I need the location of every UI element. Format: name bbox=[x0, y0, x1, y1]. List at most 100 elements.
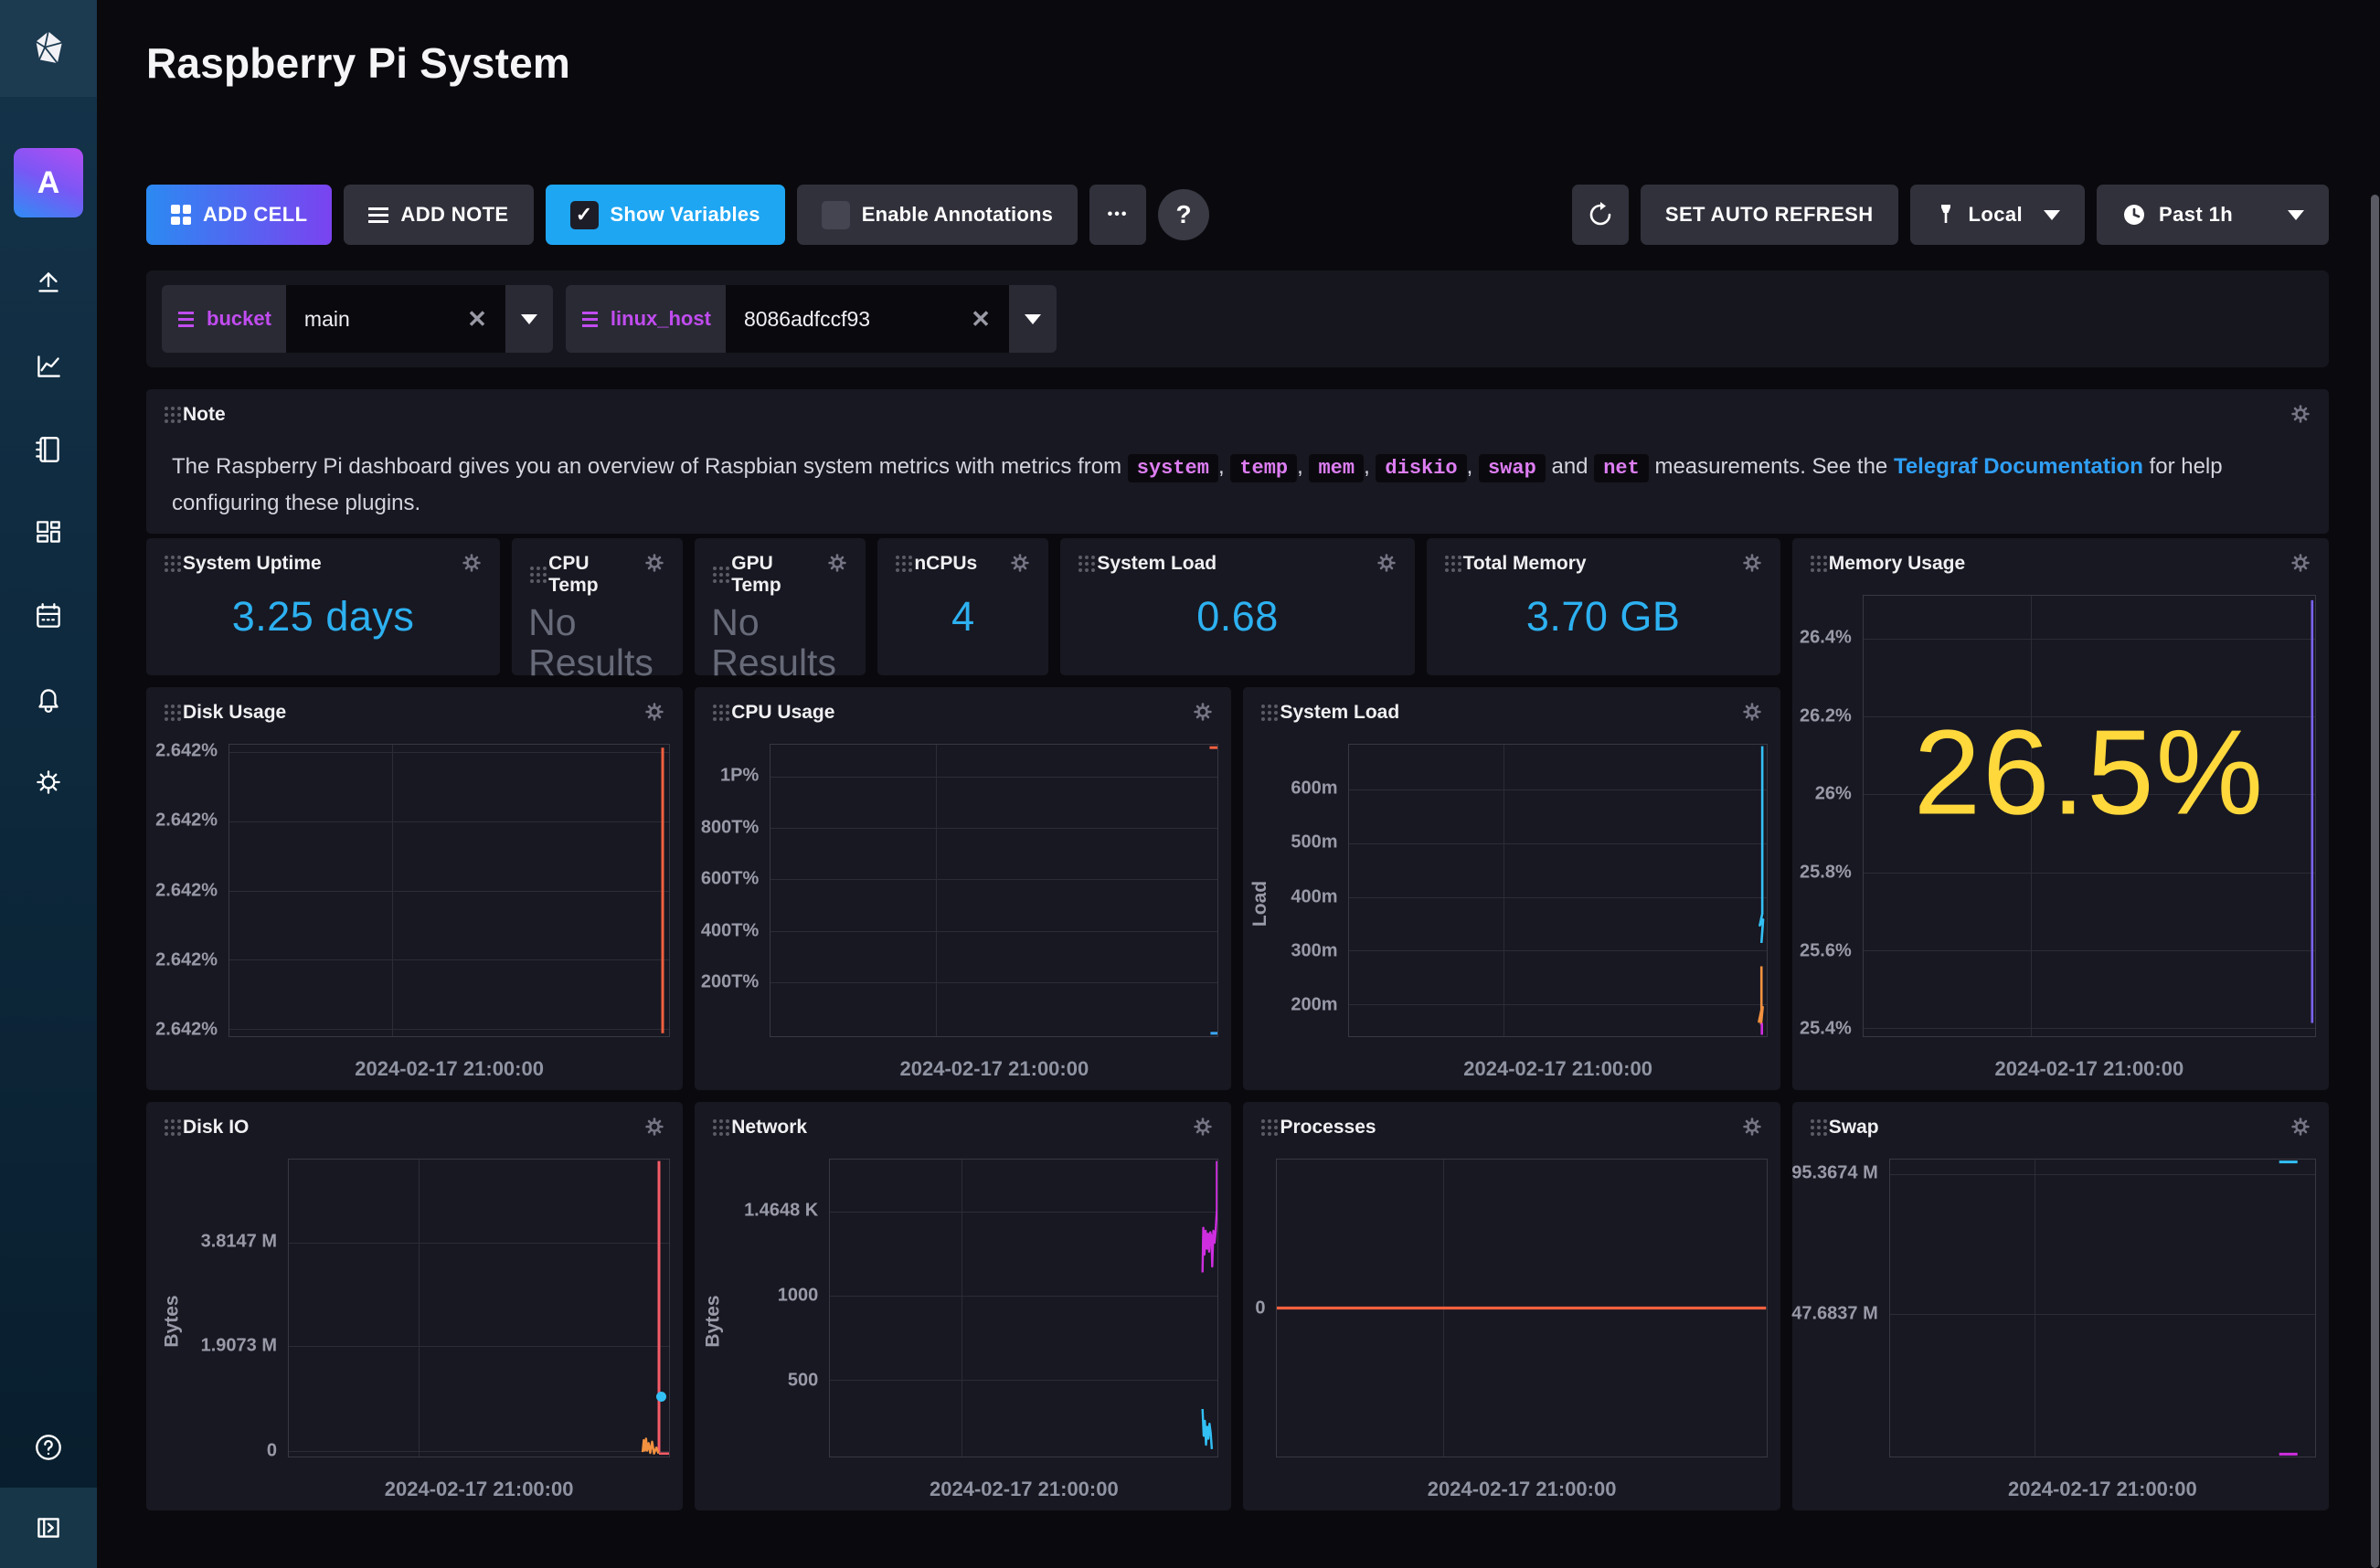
y-tick: 47.6837 M bbox=[1791, 1304, 1878, 1325]
drag-handle-icon[interactable] bbox=[1811, 1119, 1814, 1123]
memory-usage-chart[interactable]: 26.4% 26.2% 26% 25.8% 25.6% 25.4% bbox=[1792, 582, 2329, 1090]
gear-icon[interactable] bbox=[2289, 551, 2312, 575]
telegraf-docs-link[interactable]: Telegraf Documentation bbox=[1894, 454, 2143, 479]
drag-handle-icon[interactable] bbox=[1261, 1119, 1265, 1123]
drag-handle-icon[interactable] bbox=[165, 705, 168, 708]
drag-handle-icon[interactable] bbox=[1445, 556, 1449, 559]
variable-bucket-value[interactable]: main ✕ bbox=[286, 285, 505, 353]
drag-handle-icon[interactable] bbox=[165, 556, 168, 559]
drag-handle-icon[interactable] bbox=[1811, 556, 1814, 559]
panel-swap: Swap 95.3674 M 47.6837 M bbox=[1792, 1102, 2329, 1510]
gear-icon[interactable] bbox=[1008, 551, 1032, 575]
gear-icon[interactable] bbox=[1740, 1115, 1764, 1139]
panel-title: Swap bbox=[1829, 1117, 1879, 1139]
gear-icon[interactable] bbox=[460, 551, 483, 575]
refresh-button[interactable] bbox=[1572, 185, 1629, 245]
show-variables-toggle[interactable]: ✓ Show Variables bbox=[546, 185, 785, 245]
y-tick: 300m bbox=[1291, 940, 1337, 961]
sidebar-item-upload[interactable] bbox=[0, 241, 97, 324]
gear-icon[interactable] bbox=[1375, 551, 1398, 575]
influxdb-logo[interactable] bbox=[0, 0, 97, 97]
sidebar-bottom bbox=[0, 1407, 97, 1568]
panel-network: Network Bytes 1.4648 K 1000 500 bbox=[695, 1102, 1231, 1510]
more-options-button[interactable]: ••• bbox=[1089, 185, 1146, 245]
x-axis-label: 2024-02-17 21:00:00 bbox=[1276, 1478, 1767, 1501]
drag-handle-icon[interactable] bbox=[165, 1119, 168, 1123]
drag-handle-icon[interactable] bbox=[530, 567, 534, 570]
gear-icon[interactable] bbox=[825, 551, 849, 575]
panel-memory-usage: Memory Usage 26.4% 26.2% 26% 25.8% 25.6%… bbox=[1792, 538, 2329, 1090]
panel-title: System Load bbox=[1097, 553, 1217, 575]
sidebar-item-settings[interactable] bbox=[0, 740, 97, 823]
drag-handle-icon[interactable] bbox=[1261, 705, 1265, 708]
gear-icon[interactable] bbox=[1740, 551, 1764, 575]
cpu-usage-series bbox=[770, 745, 1217, 1036]
note-text-mid: measurements. See the bbox=[1654, 454, 1887, 479]
drag-handle-icon[interactable] bbox=[713, 705, 717, 708]
x-axis-label: 2024-02-17 21:00:00 bbox=[770, 1057, 1218, 1081]
gear-icon[interactable] bbox=[643, 551, 666, 575]
drag-handle-icon[interactable] bbox=[165, 407, 168, 410]
gear-icon[interactable] bbox=[643, 700, 666, 724]
swap-series bbox=[1890, 1160, 2315, 1457]
gear-icon[interactable] bbox=[1191, 1115, 1215, 1139]
enable-annotations-toggle[interactable]: Enable Annotations bbox=[797, 185, 1078, 245]
processes-chart[interactable]: 0 2024-02-17 21:00:00 bbox=[1243, 1146, 1780, 1510]
timezone-dropdown[interactable]: Local bbox=[1910, 185, 2085, 245]
set-auto-refresh-label: SET AUTO REFRESH bbox=[1665, 203, 1874, 227]
variable-linux-host: linux_host 8086adfccf93 ✕ bbox=[566, 285, 1057, 353]
clear-icon[interactable]: ✕ bbox=[971, 305, 991, 334]
processes-series bbox=[1277, 1160, 1766, 1457]
help-button[interactable]: ? bbox=[1158, 189, 1209, 240]
variable-bucket-caret[interactable] bbox=[505, 285, 553, 353]
y-tick: 500m bbox=[1291, 832, 1337, 853]
network-series bbox=[830, 1160, 1217, 1457]
gear-icon[interactable] bbox=[2289, 1115, 2312, 1139]
drag-handle-icon[interactable] bbox=[896, 556, 899, 559]
disk-usage-chart[interactable]: 2.642% 2.642% 2.642% 2.642% 2.642% bbox=[146, 731, 683, 1090]
toolbar-left: ADD CELL ADD NOTE ✓ Show Variables Enabl… bbox=[146, 185, 1209, 245]
clear-icon[interactable]: ✕ bbox=[467, 305, 487, 334]
swap-chart[interactable]: 95.3674 M 47.6837 M 2024-02-17 21:00:00 bbox=[1792, 1146, 2329, 1510]
x-axis-label: 2024-02-17 21:00:00 bbox=[1889, 1478, 2316, 1501]
system-load-chart[interactable]: Load 600m 500m 400m 300m 200m bbox=[1243, 731, 1780, 1090]
sidebar-item-tasks[interactable] bbox=[0, 574, 97, 657]
gear-icon[interactable] bbox=[643, 1115, 666, 1139]
drag-handle-icon[interactable] bbox=[713, 1119, 717, 1123]
clock-icon bbox=[2121, 202, 2147, 228]
line-chart-icon bbox=[32, 350, 65, 383]
note-panel: Note The Raspberry Pi dashboard gives yo… bbox=[146, 389, 2329, 534]
sidebar-item-alerts[interactable] bbox=[0, 657, 97, 740]
sidebar-item-data-explorer[interactable] bbox=[0, 324, 97, 408]
note-and: and bbox=[1551, 454, 1588, 479]
comma: , bbox=[1297, 454, 1303, 479]
gear-icon[interactable] bbox=[1740, 700, 1764, 724]
note-text-before: The Raspberry Pi dashboard gives you an … bbox=[172, 454, 1121, 479]
add-note-button[interactable]: ADD NOTE bbox=[344, 185, 533, 245]
panel-cpu-usage: CPU Usage 1P% 800T% 600T% 400T% 200T% bbox=[695, 687, 1231, 1090]
sidebar-item-dashboards[interactable] bbox=[0, 491, 97, 574]
panel-gpu-temp: GPU Temp No Results bbox=[695, 538, 866, 675]
memory-usage-current-value: 26.5% bbox=[1864, 703, 2315, 841]
scrollbar-thumb[interactable] bbox=[2371, 195, 2379, 1568]
add-cell-button[interactable]: ADD CELL bbox=[146, 185, 332, 245]
gear-icon[interactable] bbox=[1191, 700, 1215, 724]
plot-area bbox=[288, 1159, 670, 1457]
disk-io-chart[interactable]: Bytes 3.8147 M 1.9073 M 0 bbox=[146, 1146, 683, 1510]
sidebar-item-help[interactable] bbox=[0, 1407, 97, 1488]
variable-linux-host-value[interactable]: 8086adfccf93 ✕ bbox=[726, 285, 1009, 353]
cpu-usage-chart[interactable]: 1P% 800T% 600T% 400T% 200T% bbox=[695, 731, 1231, 1090]
time-range-dropdown[interactable]: Past 1h bbox=[2097, 185, 2329, 245]
sidebar-item-expand[interactable] bbox=[0, 1488, 97, 1568]
sidebar-item-notebooks[interactable] bbox=[0, 408, 97, 491]
gear-icon[interactable] bbox=[2289, 402, 2312, 426]
y-tick: 400T% bbox=[701, 920, 759, 941]
drag-handle-icon[interactable] bbox=[713, 567, 717, 570]
variable-linux-host-caret[interactable] bbox=[1009, 285, 1057, 353]
comma: , bbox=[1218, 454, 1225, 479]
add-note-label: ADD NOTE bbox=[400, 203, 508, 227]
set-auto-refresh-button[interactable]: SET AUTO REFRESH bbox=[1641, 185, 1898, 245]
drag-handle-icon[interactable] bbox=[1078, 556, 1082, 559]
network-chart[interactable]: Bytes 1.4648 K 1000 500 2024 bbox=[695, 1146, 1231, 1510]
avatar[interactable]: A bbox=[14, 148, 83, 217]
